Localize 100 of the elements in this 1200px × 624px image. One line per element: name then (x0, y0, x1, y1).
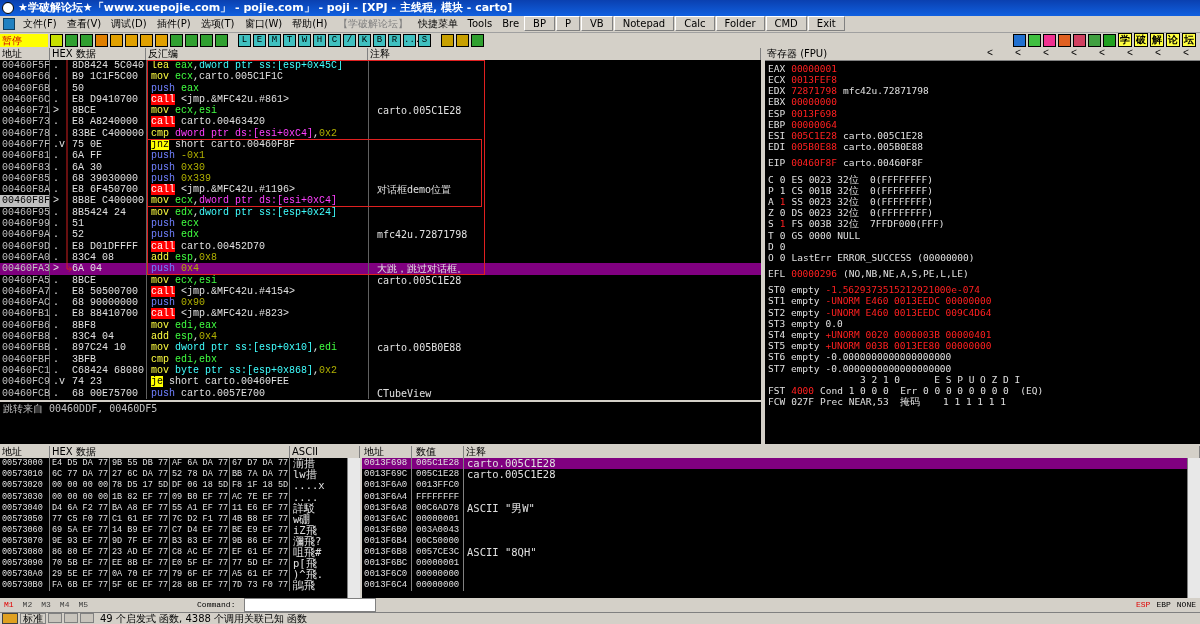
disassembly-row[interactable]: 00460FC9 .v 74 23 je short carto.00460FEE (0, 376, 761, 388)
register-value[interactable]: -1.5629373515212921000e-074 (825, 284, 980, 296)
disassembly-row[interactable]: 00460FB1 . E8 88410700 call <jmp.&MFC42u.#823> (0, 308, 761, 320)
column-header[interactable]: 地址 (0, 446, 50, 459)
register-value[interactable]: 0 (779, 173, 786, 185)
stack-mode-button[interactable]: EBP (1156, 600, 1171, 610)
window-button[interactable]: C (328, 33, 341, 47)
stack-row[interactable]: 0013F6A8 00C6AD78 ASCII "男W" (362, 502, 1187, 514)
dump-tab[interactable]: M4 (59, 600, 70, 610)
toolbar-icon[interactable] (95, 33, 108, 47)
toolbar-icon[interactable] (1088, 33, 1101, 47)
disassembly-row[interactable]: 00460FB8 . 83C4 04 add esp,0x4 (0, 331, 761, 343)
dump-tab[interactable]: M2 (22, 600, 33, 610)
disassembly-row[interactable]: 00460FA3 > 6A 04 push 0x4 大跳，跳过对话框。 (0, 263, 761, 275)
disassembly-row[interactable]: 00460F9A . 52 push edx mfc42u.72871798 (0, 229, 761, 241)
stack-row[interactable]: 0013F6B0 003A0043 (362, 524, 1187, 536)
register-value[interactable]: 4000 (791, 384, 815, 397)
disassembly-row[interactable]: 00460FBF . 3BFB cmp edi,ebx (0, 353, 761, 365)
register-value[interactable]: 0 (779, 229, 786, 241)
window-button[interactable]: W (298, 33, 311, 47)
disassembly-row[interactable]: 00460F7F .v 75 0E jnz short carto.00460F8F (0, 139, 761, 151)
view-switch-button[interactable]: < (1004, 47, 1032, 60)
stack-row[interactable]: 0013F698 005C1E28 carto.005C1E28 (362, 458, 1187, 470)
disassembly-row[interactable]: 00460FCB . 68 00E75700 push carto.0057E700 CTubeView (0, 387, 761, 399)
window-button[interactable]: M (268, 33, 281, 47)
window-button[interactable]: S (418, 33, 431, 47)
register-value[interactable]: 00460F8F (791, 157, 837, 169)
window-button[interactable]: R (388, 33, 401, 47)
register-value[interactable]: 3 2 1 0 E S P U O Z D I (860, 373, 1021, 385)
disassembly-row[interactable]: 00460F81 . 6A FF push -0x1 (0, 150, 761, 162)
toolbar-icon[interactable] (1013, 33, 1026, 47)
register-value[interactable]: -UNORM E460 0013EEDC 00000000 (825, 295, 992, 307)
stack-mode-button[interactable]: NONE (1176, 600, 1196, 610)
disassembly-row[interactable]: 00460F9D . E8 D01DFFFF call carto.00452D70 (0, 240, 761, 252)
column-header[interactable]: 注释 (368, 47, 761, 60)
stack-row[interactable]: 0013F6AC 00000001 (362, 513, 1187, 525)
toolbar-icon[interactable] (1103, 33, 1116, 47)
window-button[interactable]: T (283, 33, 296, 47)
column-header[interactable]: HEX 数据 (50, 47, 146, 60)
disassembly-row[interactable]: 00460F99 . 51 push ecx (0, 218, 761, 230)
register-value[interactable]: +UNORM 003B 0013EE80 00000000 (825, 340, 992, 352)
toolbar-icon[interactable] (125, 33, 138, 47)
mode-button[interactable]: 标准 (20, 613, 46, 624)
window-button[interactable]: B (373, 33, 386, 47)
toolbar-icon[interactable] (1058, 33, 1071, 47)
window-button[interactable]: E (253, 33, 266, 47)
stack-row[interactable]: 0013F6C4 00000000 (362, 580, 1187, 592)
register-value[interactable]: 027F (791, 396, 815, 408)
scrollbar[interactable] (347, 458, 360, 598)
column-header[interactable]: 反汇编 (146, 47, 368, 60)
register-value[interactable]: 1 (779, 195, 786, 208)
register-value[interactable]: 0.0 (825, 317, 843, 330)
register-value[interactable]: 72871798 (791, 85, 837, 97)
menu-item[interactable]: Tools (462, 18, 498, 30)
register-value[interactable]: 00000064 (791, 118, 837, 131)
register-value[interactable]: 0 (779, 207, 786, 219)
stack-row[interactable]: 0013F6BC 00000001 (362, 558, 1187, 570)
menu-item[interactable]: 调试(D) (106, 16, 152, 31)
toolbar-icon[interactable] (110, 33, 123, 47)
menu-item[interactable]: 查看(V) (61, 16, 107, 31)
dump-tab[interactable]: M5 (78, 600, 89, 610)
stack-row[interactable]: 0013F6A0 0013FFC0 (362, 480, 1187, 492)
disassembly-row[interactable]: 00460F66 . B9 1C1F5C00 mov ecx,carto.005C1F1C (0, 71, 761, 83)
toolbar-icon[interactable] (1043, 33, 1056, 47)
disassembly-row[interactable]: 00460FBB . 897C24 10 mov dword ptr ss:[esp+0x10],edi carto.005B0E88 (0, 342, 761, 354)
forum-button[interactable]: 学 (1118, 33, 1132, 48)
register-value[interactable]: 1 (779, 184, 786, 196)
toolbar-icon[interactable] (155, 33, 168, 47)
view-switch-button[interactable]: < (1032, 47, 1060, 60)
menu-item[interactable]: 文件(F) (18, 16, 62, 31)
forum-button[interactable]: 破 (1134, 33, 1148, 48)
toolbar-button[interactable]: Folder (715, 16, 765, 32)
stack-row[interactable]: 0013F69C 005C1E28 carto.005C1E28 (362, 469, 1187, 481)
toolbar-icon[interactable] (200, 33, 213, 47)
view-switch-button[interactable]: < (1060, 47, 1088, 60)
register-value[interactable]: 0013FEF8 (791, 74, 837, 86)
window-button[interactable]: K (358, 33, 371, 47)
menu-item[interactable]: 快捷菜单 (412, 16, 463, 31)
menu-item[interactable]: 插件(P) (151, 16, 196, 31)
scrollbar[interactable] (1187, 458, 1200, 598)
disassembly-row[interactable]: 00460F8F > 8B8E C400000 mov ecx,dword ptr ds:[esi+0xC4] (0, 195, 761, 207)
stack-row[interactable]: 0013F6B4 00C50000 (362, 535, 1187, 547)
toolbar-icon[interactable] (456, 33, 469, 47)
column-header[interactable]: HEX 数据 (50, 446, 290, 459)
toolbar-icon[interactable] (1073, 33, 1086, 47)
disassembly-row[interactable]: 00460F83 . 6A 30 push 0x30 (0, 161, 761, 173)
disassembly-row[interactable]: 00460F6B . 50 push eax (0, 82, 761, 94)
menu-item[interactable]: 帮助(H) (287, 16, 333, 31)
register-value[interactable]: 005C1E28 (791, 130, 837, 142)
register-value[interactable]: 0 (779, 240, 786, 252)
register-value[interactable]: -0.0000000000000000000 (825, 362, 952, 374)
register-value[interactable]: 00000001 (791, 62, 837, 75)
toolbar-button[interactable]: Notepad (613, 16, 675, 32)
forum-button[interactable]: 坛 (1182, 33, 1196, 48)
disassembly-row[interactable]: 00460F6C . E8 D9410700 call <jmp.&MFC42u.#861> (0, 93, 761, 106)
toolbar-icon[interactable] (170, 33, 183, 47)
toolbar-button[interactable]: VB (581, 16, 613, 32)
stack-row[interactable]: 0013F6B8 0057CE3C ASCII "8QH" (362, 547, 1187, 559)
register-value[interactable]: 1 (779, 218, 786, 230)
toolbar-icon[interactable] (185, 33, 198, 47)
